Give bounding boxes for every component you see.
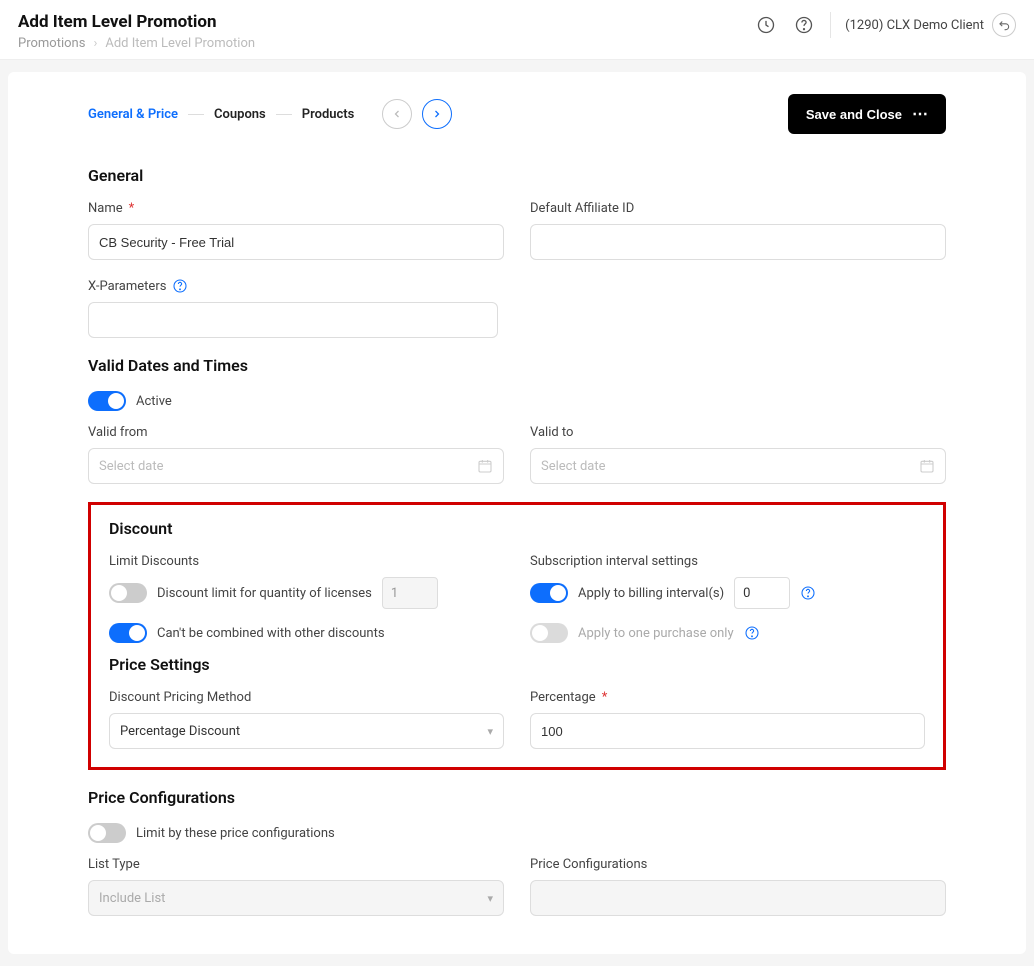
section-discount: Discount: [109, 519, 925, 538]
top-header: Add Item Level Promotion Promotions › Ad…: [0, 0, 1034, 60]
client-selector[interactable]: (1290) CLX Demo Client: [845, 13, 1016, 37]
cannot-combine-toggle[interactable]: [109, 623, 147, 643]
apply-once-help-icon[interactable]: [744, 625, 760, 641]
pricing-method-select[interactable]: Percentage Discount ▾: [109, 713, 504, 749]
apply-once-toggle: [530, 623, 568, 643]
list-type-select: Include List ▾: [88, 880, 504, 916]
affiliate-input[interactable]: [530, 224, 946, 260]
price-config-label: Price Configurations: [530, 857, 647, 872]
name-input[interactable]: [88, 224, 504, 260]
valid-from-label: Valid from: [88, 425, 148, 440]
breadcrumb-current: Add Item Level Promotion: [105, 36, 255, 51]
interval-help-icon[interactable]: [800, 585, 816, 601]
prev-step-button[interactable]: [382, 99, 412, 129]
chevron-right-icon: ›: [93, 36, 97, 51]
cannot-combine-label: Can't be combined with other discounts: [157, 626, 385, 641]
tab-coupons[interactable]: Coupons: [214, 107, 266, 122]
discount-limit-value: 1: [382, 577, 438, 609]
section-valid: Valid Dates and Times: [88, 356, 946, 375]
section-price-settings: Price Settings: [109, 655, 925, 674]
apply-interval-value[interactable]: 0: [734, 577, 790, 609]
name-label: Name: [88, 201, 123, 216]
step-tabs: General & Price Coupons Products: [88, 99, 452, 129]
main-panel: General & Price Coupons Products Save an…: [8, 72, 1026, 954]
valid-to-input[interactable]: Select date: [530, 448, 946, 484]
xparam-label: X-Parameters: [88, 279, 166, 294]
calendar-icon: [477, 458, 493, 474]
list-type-label: List Type: [88, 857, 140, 872]
valid-from-input[interactable]: Select date: [88, 448, 504, 484]
active-label: Active: [136, 394, 172, 409]
discount-limit-toggle[interactable]: [109, 583, 147, 603]
apply-once-label: Apply to one purchase only: [578, 626, 734, 641]
discount-highlight-region: Discount Limit Discounts Discount limit …: [88, 502, 946, 770]
back-icon[interactable]: [992, 13, 1016, 37]
price-config-input: [530, 880, 946, 916]
breadcrumb: Promotions › Add Item Level Promotion: [18, 36, 255, 51]
save-label: Save and Close: [806, 107, 902, 122]
tab-products[interactable]: Products: [302, 107, 355, 122]
history-icon[interactable]: [754, 13, 778, 37]
more-icon: [912, 104, 928, 124]
affiliate-label: Default Affiliate ID: [530, 201, 634, 216]
breadcrumb-root[interactable]: Promotions: [18, 36, 85, 51]
chevron-down-icon: ▾: [487, 892, 493, 905]
limit-discounts-label: Limit Discounts: [109, 554, 199, 569]
discount-limit-label: Discount limit for quantity of licenses: [157, 586, 372, 601]
help-icon[interactable]: [792, 13, 816, 37]
xparam-help-icon[interactable]: [172, 278, 188, 294]
method-label: Discount Pricing Method: [109, 690, 251, 705]
required-asterisk: *: [602, 690, 608, 705]
tab-general-price[interactable]: General & Price: [88, 107, 178, 122]
limit-price-config-toggle[interactable]: [88, 823, 126, 843]
chevron-down-icon: ▾: [487, 725, 493, 738]
page-title: Add Item Level Promotion: [18, 12, 255, 32]
apply-interval-label: Apply to billing interval(s): [578, 586, 724, 601]
limit-price-config-label: Limit by these price configurations: [136, 826, 335, 841]
xparam-input[interactable]: [88, 302, 498, 338]
section-price-config: Price Configurations: [88, 788, 946, 807]
section-general: General: [88, 166, 946, 185]
percentage-input[interactable]: [530, 713, 925, 749]
save-and-close-button[interactable]: Save and Close: [788, 94, 946, 134]
next-step-button[interactable]: [422, 99, 452, 129]
separator: [830, 12, 831, 38]
calendar-icon: [919, 458, 935, 474]
percentage-label: Percentage: [530, 690, 596, 705]
active-toggle[interactable]: [88, 391, 126, 411]
client-label: (1290) CLX Demo Client: [845, 18, 984, 33]
subscription-settings-label: Subscription interval settings: [530, 554, 698, 569]
valid-to-label: Valid to: [530, 425, 573, 440]
required-asterisk: *: [129, 201, 135, 216]
apply-interval-toggle[interactable]: [530, 583, 568, 603]
